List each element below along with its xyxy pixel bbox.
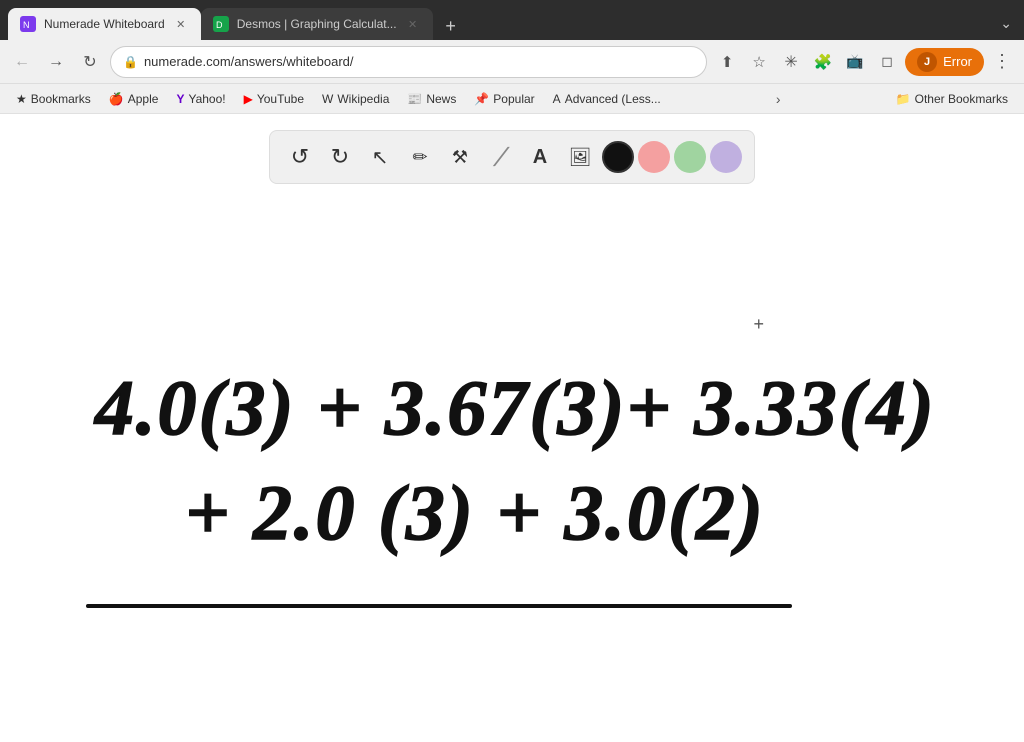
other-bookmarks-label: Other Bookmarks: [915, 92, 1008, 106]
redo-icon: ↻: [331, 144, 349, 170]
address-icons: ⬆ ☆ ✳ 🧩 📺 ◻ J Error ⋮: [713, 48, 1016, 76]
other-bookmarks-button[interactable]: 📁 Other Bookmarks: [888, 89, 1016, 109]
new-tab-button[interactable]: +: [437, 12, 465, 40]
undo-button[interactable]: ↺: [282, 139, 318, 175]
bookmarks-bar: ★ Bookmarks 🍎 Apple Y Yahoo! ▶ YouTube W…: [0, 84, 1024, 114]
tab-numerade[interactable]: N Numerade Whiteboard ✕: [8, 8, 201, 40]
image-icon: 🖼: [569, 147, 592, 168]
undo-icon: ↺: [291, 144, 309, 170]
news-label: News: [426, 92, 456, 106]
plus-cursor: +: [753, 314, 764, 335]
tab-close-desmos[interactable]: ✕: [405, 16, 421, 32]
popular-icon: 📌: [474, 92, 489, 106]
bookmark-bookmarks[interactable]: ★ Bookmarks: [8, 89, 99, 109]
reload-button[interactable]: ↻: [76, 48, 104, 76]
math-line-2: + 2.0 (3) + 3.0(2): [185, 469, 765, 556]
more-options-button[interactable]: ⋮: [988, 48, 1016, 76]
bookmark-popular[interactable]: 📌 Popular: [466, 89, 542, 109]
wikipedia-label: Wikipedia: [337, 92, 389, 106]
advanced-icon: A: [553, 92, 561, 106]
whiteboard-container[interactable]: ↺ ↻ ↖ ✏ ⚒ ╱ A 🖼: [0, 114, 1024, 742]
advanced-label: Advanced (Less...: [565, 92, 661, 106]
bookmark-wikipedia[interactable]: W Wikipedia: [314, 89, 397, 109]
bookmark-star-button[interactable]: ☆: [745, 48, 773, 76]
profile-label: Error: [943, 54, 972, 69]
bookmark-news[interactable]: 📰 News: [399, 89, 464, 109]
wikipedia-icon: W: [322, 92, 333, 106]
reading-mode-button[interactable]: ◻: [873, 48, 901, 76]
tab-bar: N Numerade Whiteboard ✕ D Desmos | Graph…: [0, 0, 1024, 40]
text-tool-button[interactable]: A: [522, 139, 558, 175]
forward-button[interactable]: →: [42, 48, 70, 76]
news-icon: 📰: [407, 92, 422, 106]
select-tool-button[interactable]: ↖: [362, 139, 398, 175]
address-text: numerade.com/answers/whiteboard/: [144, 54, 694, 69]
browser-chrome: N Numerade Whiteboard ✕ D Desmos | Graph…: [0, 0, 1024, 114]
bookmark-advanced[interactable]: A Advanced (Less...: [545, 89, 669, 109]
color-green[interactable]: [674, 141, 706, 173]
whiteboard-toolbar: ↺ ↻ ↖ ✏ ⚒ ╱ A 🖼: [269, 130, 755, 184]
apple-label: Apple: [128, 92, 159, 106]
drawing-canvas[interactable]: 4.0(3) + 3.67(3)+ 3.33(4) + 2.0 (3) + 3.…: [0, 114, 1024, 742]
cast-button[interactable]: 📺: [841, 48, 869, 76]
pencil-icon: ✏: [412, 147, 427, 168]
marker-icon: ╱: [495, 147, 505, 167]
color-pink[interactable]: [638, 141, 670, 173]
apple-icon: 🍎: [109, 92, 124, 106]
redo-button[interactable]: ↻: [322, 139, 358, 175]
profile-avatar: J: [917, 52, 937, 72]
tab-close-numerade[interactable]: ✕: [173, 16, 189, 32]
marker-tool-button[interactable]: ╱: [482, 139, 518, 175]
bookmark-youtube[interactable]: ▶ YouTube: [236, 89, 312, 109]
tab-bar-menu-button[interactable]: ⌄: [996, 11, 1016, 36]
tab-desmos[interactable]: D Desmos | Graphing Calculat... ✕: [201, 8, 433, 40]
tab-favicon-numerade: N: [20, 16, 36, 32]
address-field[interactable]: 🔒 numerade.com/answers/whiteboard/: [110, 46, 707, 78]
tab-title-numerade: Numerade Whiteboard: [44, 17, 165, 31]
youtube-icon: ▶: [244, 92, 253, 106]
tab-title-desmos: Desmos | Graphing Calculat...: [237, 17, 397, 31]
tab-favicon-desmos: D: [213, 16, 229, 32]
bookmarks-star-icon: ★: [16, 92, 27, 106]
popular-label: Popular: [493, 92, 534, 106]
extensions-button[interactable]: 🧩: [809, 48, 837, 76]
image-tool-button[interactable]: 🖼: [562, 139, 598, 175]
color-lavender[interactable]: [710, 141, 742, 173]
bookmark-yahoo[interactable]: Y Yahoo!: [168, 89, 233, 109]
wrench-icon: ⚒: [452, 147, 468, 168]
bookmarks-more-button[interactable]: ›: [770, 88, 787, 110]
bookmark-apple[interactable]: 🍎 Apple: [101, 89, 167, 109]
svg-text:D: D: [216, 20, 223, 30]
tab-bar-right: ⌄: [996, 11, 1016, 40]
bookmarks-label: Bookmarks: [31, 92, 91, 106]
address-bar: ← → ↻ 🔒 numerade.com/answers/whiteboard/…: [0, 40, 1024, 84]
youtube-label: YouTube: [257, 92, 304, 106]
pencil-tool-button[interactable]: ✏: [402, 139, 438, 175]
text-icon: A: [533, 146, 547, 169]
lock-icon: 🔒: [123, 55, 138, 69]
math-line-1: 4.0(3) + 3.67(3)+ 3.33(4): [93, 364, 936, 451]
color-black[interactable]: [602, 141, 634, 173]
share-button[interactable]: ⬆: [713, 48, 741, 76]
svg-text:N: N: [23, 20, 30, 30]
cursor-icon: ↖: [372, 145, 389, 170]
profile-button[interactable]: J Error: [905, 48, 984, 76]
folder-icon: 📁: [896, 92, 911, 106]
other-bookmarks-container: 📁 Other Bookmarks: [888, 89, 1016, 109]
yahoo-icon: Y: [176, 92, 184, 106]
back-button[interactable]: ←: [8, 48, 36, 76]
yahoo-label: Yahoo!: [188, 92, 225, 106]
tools-button[interactable]: ⚒: [442, 139, 478, 175]
perplexity-button[interactable]: ✳: [777, 48, 805, 76]
